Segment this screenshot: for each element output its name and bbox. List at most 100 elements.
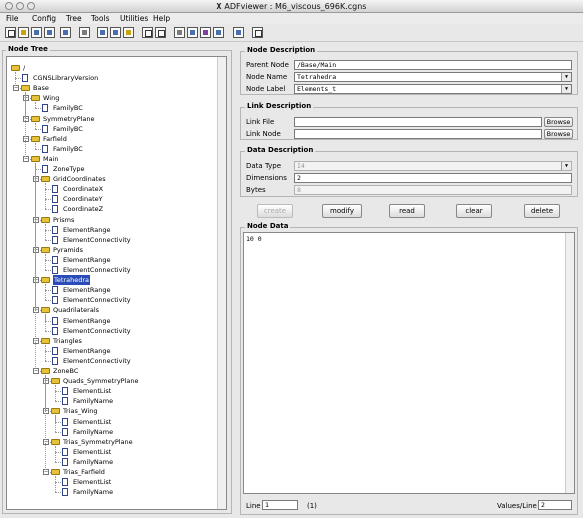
values-per-line-field[interactable]: 2 [538,500,572,510]
tree-leaf-node[interactable]: ElementList [7,477,226,487]
tree-node-label[interactable]: FamilyName [73,487,113,497]
data-type-field[interactable]: I4 ▼ [294,161,572,171]
tree-leaf-node[interactable]: FamilyBC [7,103,226,113]
search-icon[interactable] [142,27,153,38]
tree-node-label[interactable]: ElementList [73,477,111,487]
tree-node-label[interactable]: ElementRange [63,225,111,235]
tree-folder-node[interactable]: − Wing [7,93,226,103]
link-file-browse-button[interactable]: Browse [544,117,573,127]
tree-leaf-node[interactable]: CoordinateZ [7,204,226,214]
tree-node-label[interactable]: ElementConnectivity [63,326,131,336]
tree-folder-node[interactable]: − Farfield [7,134,226,144]
tree-leaf-node[interactable]: FamilyName [7,487,226,497]
collapse-icon[interactable]: − [23,155,29,162]
tree-node-label[interactable]: ElementList [73,417,111,427]
collapse-icon[interactable]: − [33,216,39,223]
chevron-down-icon[interactable]: ▼ [561,85,571,93]
tree-node-label[interactable]: Trias_SymmetryPlane [63,437,133,447]
collapse-icon[interactable]: − [23,95,29,102]
tree-node-label[interactable]: Wing [43,93,59,103]
chevron-down-icon[interactable]: ▼ [561,162,571,170]
tree-leaf-node[interactable]: ElementConnectivity [7,295,226,305]
tree-node-label[interactable]: Main [43,154,59,164]
tree-folder-node[interactable]: − SymmetryPlane [7,114,226,124]
dimensions-field[interactable]: 2 [294,173,572,183]
tree-folder-node[interactable]: − Prisms [7,215,226,225]
collapse-icon[interactable]: − [43,469,49,475]
tree-node-label[interactable]: FamilyBC [53,124,83,134]
tree-node-label[interactable]: FamilyBC [53,103,83,113]
tree-leaf-node[interactable]: CoordinateX [7,184,226,194]
tree-node-label[interactable]: Quads_SymmetryPlane [63,376,139,386]
tree-node-label[interactable]: Farfield [43,134,67,144]
collapse-icon[interactable]: − [43,438,49,445]
create-button[interactable]: create [257,204,293,218]
collapse-icon[interactable]: − [33,307,39,314]
tree-leaf-node[interactable]: ElementRange [7,225,226,235]
tree-node-label[interactable]: ElementConnectivity [63,356,131,366]
tree-node-label[interactable]: Base [33,83,49,93]
plot-icon[interactable] [233,27,244,38]
collapse-icon[interactable]: − [33,277,39,284]
delete-button[interactable]: delete [524,204,560,218]
modify-button[interactable]: modify [322,204,362,218]
tree-leaf-node[interactable]: CGNSLibraryVersion [7,73,226,83]
menu-config[interactable]: Config [32,14,56,23]
tree-leaf-node[interactable]: ElementConnectivity [7,265,226,275]
tree-node-label[interactable]: Quadrilaterals [53,305,99,315]
tree-node-label[interactable]: ZoneType [53,164,84,174]
collapse-icon[interactable]: − [23,135,29,142]
tree-node-label[interactable]: ElementConnectivity [63,295,131,305]
tree-leaf-node[interactable]: ElementList [7,386,226,396]
tree-node-label[interactable]: CoordinateZ [63,204,103,214]
tree-leaf-node[interactable]: ElementList [7,417,226,427]
tree-node-label[interactable]: Tetrahedra [53,275,90,286]
tree-node-label[interactable]: Prisms [53,215,74,225]
tree-folder-node[interactable]: − Pyramids [7,245,226,255]
tree-leaf-node[interactable]: ElementConnectivity [7,356,226,366]
tree-scan-icon[interactable] [123,27,134,38]
link-node-browse-button[interactable]: Browse [544,129,573,139]
save-icon[interactable] [31,27,42,38]
chevron-down-icon[interactable]: ▼ [561,73,571,81]
config-icon[interactable] [174,27,185,38]
tree-node-label[interactable]: ZoneBC [53,366,78,376]
tree-leaf-node[interactable]: FamilyName [7,427,226,437]
tree-node-label[interactable]: ElementRange [63,316,111,326]
tree-node-label[interactable]: FamilyName [73,457,113,467]
tree-folder-node[interactable]: − GridCoordinates [7,174,226,184]
collapse-icon[interactable]: − [23,115,29,122]
tree-folder-node[interactable]: / [7,63,226,73]
node-tree[interactable]: / CGNSLibraryVersion − Base − Wing FamilyBC − Sy… [6,56,227,510]
tree-leaf-node[interactable]: FamilyName [7,457,226,467]
tree-leaf-node[interactable]: ElementList [7,447,226,457]
menu-file[interactable]: File [6,14,19,23]
help-icon[interactable] [252,27,263,38]
tree-node-label[interactable]: ElementList [73,386,111,396]
tree-leaf-node[interactable]: ElementRange [7,316,226,326]
tree-leaf-node[interactable]: FamilyName [7,396,226,406]
select-all-icon[interactable] [187,27,198,38]
tree-expand-icon[interactable] [97,27,108,38]
tree-node-label[interactable]: ElementConnectivity [63,265,131,275]
tree-folder-node[interactable]: − Base [7,83,226,93]
tree-node-label[interactable]: SymmetryPlane [43,114,95,124]
collapse-icon[interactable]: − [33,337,39,344]
open-folder-icon[interactable] [18,27,29,38]
link-node-field[interactable] [294,129,542,139]
color-table-icon[interactable] [200,27,211,38]
collapse-icon[interactable]: − [33,246,39,253]
node-data-scrollbar[interactable] [565,233,574,493]
tree-folder-node[interactable]: − Trias_Wing [7,406,226,416]
node-data-text[interactable]: 10 0 [243,232,575,494]
tree-node-label[interactable]: ElementRange [63,346,111,356]
tree-node-label[interactable]: ElementConnectivity [63,235,131,245]
tree-node-label[interactable]: FamilyBC [53,144,83,154]
tree-node-label[interactable]: Pyramids [53,245,83,255]
tree-leaf-node[interactable]: ElementRange [7,255,226,265]
tree-leaf-node[interactable]: ElementConnectivity [7,235,226,245]
collapse-icon[interactable]: − [33,176,39,183]
tree-node-label[interactable]: ElementRange [63,285,111,295]
menu-tree[interactable]: Tree [66,14,82,23]
tree-node-label[interactable]: GridCoordinates [53,174,106,184]
